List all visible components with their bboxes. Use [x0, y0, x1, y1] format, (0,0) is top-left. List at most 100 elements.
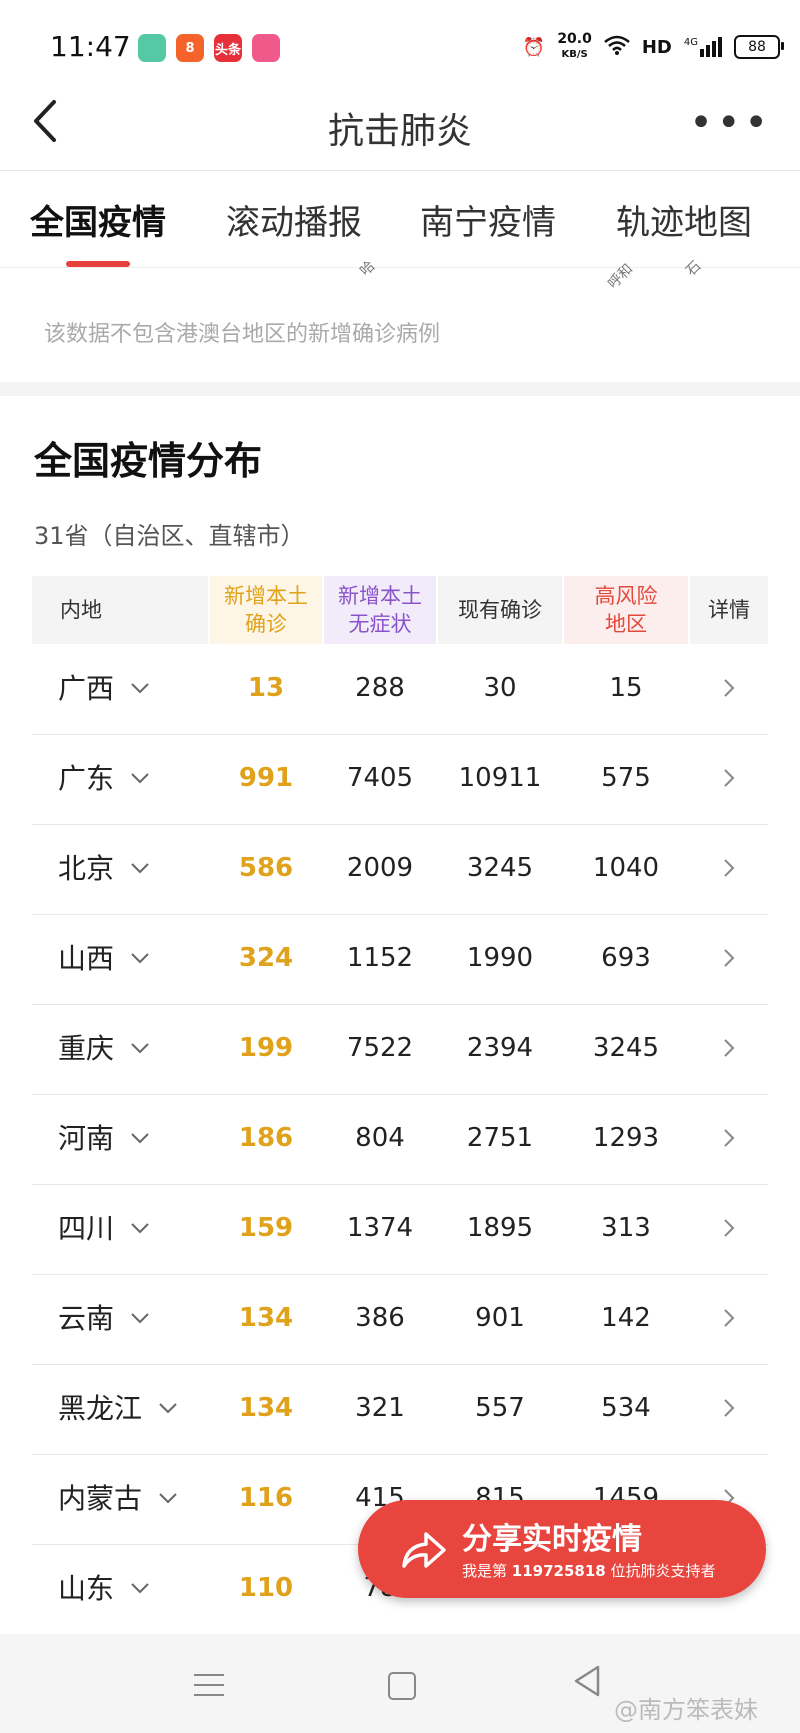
current-confirmed: 2751: [466, 1123, 534, 1153]
header-detail: 详情: [690, 576, 768, 644]
alarm-icon: ⏰: [522, 36, 546, 58]
new-local-confirmed: 13: [247, 673, 285, 703]
active-tab-indicator: [66, 261, 130, 267]
chevron-down-icon[interactable]: [130, 824, 150, 913]
high-risk-areas: 1040: [592, 853, 660, 883]
new-local-asymptomatic: 321: [355, 1393, 405, 1423]
chevron-right-icon[interactable]: [690, 1004, 768, 1093]
chevron-right-icon[interactable]: [690, 914, 768, 1003]
data-note: 该数据不包含港澳台地区的新增确诊病例: [44, 322, 441, 347]
table-row[interactable]: 河南 186 804 2751 1293: [32, 1094, 768, 1185]
new-local-confirmed: 159: [238, 1213, 294, 1243]
status-bar: 11:47 8 头条 ⏰ 20.0 KB/S HD 4G 88: [0, 0, 800, 90]
tab-track-map[interactable]: 轨迹地图: [616, 195, 752, 244]
app-green-icon: [138, 34, 166, 62]
app-toutiao-icon: 头条: [214, 34, 242, 62]
current-confirmed: 10911: [458, 763, 542, 793]
title-bar: 抗击肺炎 •••: [0, 80, 800, 171]
section-subtitle: 31省（自治区、直辖市）: [34, 522, 305, 550]
chevron-down-icon[interactable]: [158, 1454, 178, 1543]
new-local-confirmed: 186: [238, 1123, 294, 1153]
chevron-right-icon[interactable]: [690, 1274, 768, 1363]
region-name: 四川: [58, 1212, 115, 1245]
current-confirmed: 2394: [466, 1033, 534, 1063]
table-row[interactable]: 云南 134 386 901 142: [32, 1274, 768, 1365]
region-name: 内蒙古: [58, 1482, 143, 1515]
chevron-down-icon[interactable]: [130, 644, 150, 733]
high-risk-areas: 3245: [592, 1033, 660, 1063]
region-name: 河南: [58, 1122, 115, 1155]
header-current-confirmed: 现有确诊: [438, 576, 562, 644]
section-title: 全国疫情分布: [34, 439, 263, 483]
high-risk-areas: 1293: [592, 1123, 660, 1153]
app-pink-icon: [252, 34, 280, 62]
chevron-down-icon[interactable]: [158, 1364, 178, 1453]
table-row[interactable]: 四川 159 1374 1895 313: [32, 1184, 768, 1275]
status-indicators: ⏰ 20.0 KB/S HD 4G 88: [522, 31, 784, 62]
home-icon[interactable]: [388, 1672, 416, 1700]
table-row[interactable]: 重庆 199 7522 2394 3245: [32, 1004, 768, 1095]
wifi-icon: [604, 35, 630, 60]
chevron-down-icon[interactable]: [130, 1094, 150, 1183]
region-name: 重庆: [58, 1032, 115, 1065]
chevron-right-icon[interactable]: [690, 1094, 768, 1183]
new-local-asymptomatic: 1152: [346, 943, 414, 973]
new-local-confirmed: 991: [238, 763, 294, 793]
table-row[interactable]: 山西 324 1152 1990 693: [32, 914, 768, 1005]
app-orange-icon: 8: [176, 34, 204, 62]
more-options-icon[interactable]: •••: [689, 100, 772, 146]
chevron-down-icon[interactable]: [130, 914, 150, 1003]
network-speed: 20.0 KB/S: [557, 31, 592, 60]
table-row[interactable]: 广西 13 288 30 15: [32, 644, 768, 735]
cellular-signal-icon: 4G: [684, 37, 722, 57]
share-arrow-icon: [398, 1524, 448, 1574]
table-row[interactable]: 黑龙江 134 321 557 534: [32, 1364, 768, 1455]
chevron-right-icon[interactable]: [690, 1184, 768, 1273]
chevron-right-icon[interactable]: [690, 1364, 768, 1453]
chevron-down-icon[interactable]: [130, 734, 150, 823]
high-risk-areas: 693: [601, 943, 651, 973]
region-name: 广东: [58, 762, 115, 795]
new-local-asymptomatic: 804: [355, 1123, 405, 1153]
nav-back-icon[interactable]: [572, 1664, 602, 1707]
current-confirmed: 30: [483, 673, 517, 703]
tab-rolling-news[interactable]: 滚动播报: [226, 195, 362, 244]
tab-national[interactable]: 全国疫情: [30, 195, 166, 244]
table-row[interactable]: 北京 586 2009 3245 1040: [32, 824, 768, 915]
high-risk-areas: 534: [601, 1393, 651, 1423]
region-name: 北京: [58, 852, 115, 885]
tab-bar: 全国疫情 滚动播报 南宁疫情 轨迹地图: [0, 171, 800, 268]
new-local-confirmed: 199: [238, 1033, 294, 1063]
new-local-confirmed: 324: [238, 943, 294, 973]
region-name: 广西: [58, 672, 115, 705]
region-name: 山西: [58, 942, 115, 975]
new-local-asymptomatic: 288: [355, 673, 405, 703]
current-confirmed: 901: [475, 1303, 525, 1333]
page-title: 抗击肺炎: [327, 111, 472, 152]
chevron-right-icon[interactable]: [690, 824, 768, 913]
table-row[interactable]: 广东 991 7405 10911 575: [32, 734, 768, 825]
region-name: 山东: [58, 1572, 115, 1605]
new-local-confirmed: 134: [238, 1393, 294, 1423]
new-local-confirmed: 134: [238, 1303, 294, 1333]
header-high-risk-areas: 高风险 地区: [564, 576, 688, 644]
new-local-confirmed: 110: [238, 1573, 294, 1603]
chevron-down-icon[interactable]: [130, 1274, 150, 1363]
chevron-down-icon[interactable]: [130, 1184, 150, 1273]
current-confirmed: 1895: [466, 1213, 534, 1243]
notification-app-icons: 8 头条: [138, 34, 280, 62]
chevron-down-icon[interactable]: [130, 1004, 150, 1093]
new-local-asymptomatic: 7405: [346, 763, 414, 793]
tab-nanning[interactable]: 南宁疫情: [420, 195, 556, 244]
high-risk-areas: 15: [609, 673, 643, 703]
recent-apps-icon[interactable]: [194, 1674, 224, 1704]
chevron-down-icon[interactable]: [130, 1544, 150, 1633]
chevron-right-icon[interactable]: [690, 644, 768, 733]
battery-icon: 88: [734, 35, 784, 59]
share-realtime-button[interactable]: 分享实时疫情 我是第 119725818 位抗肺炎支持者: [358, 1500, 766, 1598]
current-confirmed: 1990: [466, 943, 534, 973]
header-region: 内地: [32, 576, 208, 644]
new-local-confirmed: 586: [238, 853, 294, 883]
table-header: 内地 新增本土 确诊 新增本土 无症状 现有确诊 高风险 地区 详情: [32, 576, 768, 644]
chevron-right-icon[interactable]: [690, 734, 768, 823]
